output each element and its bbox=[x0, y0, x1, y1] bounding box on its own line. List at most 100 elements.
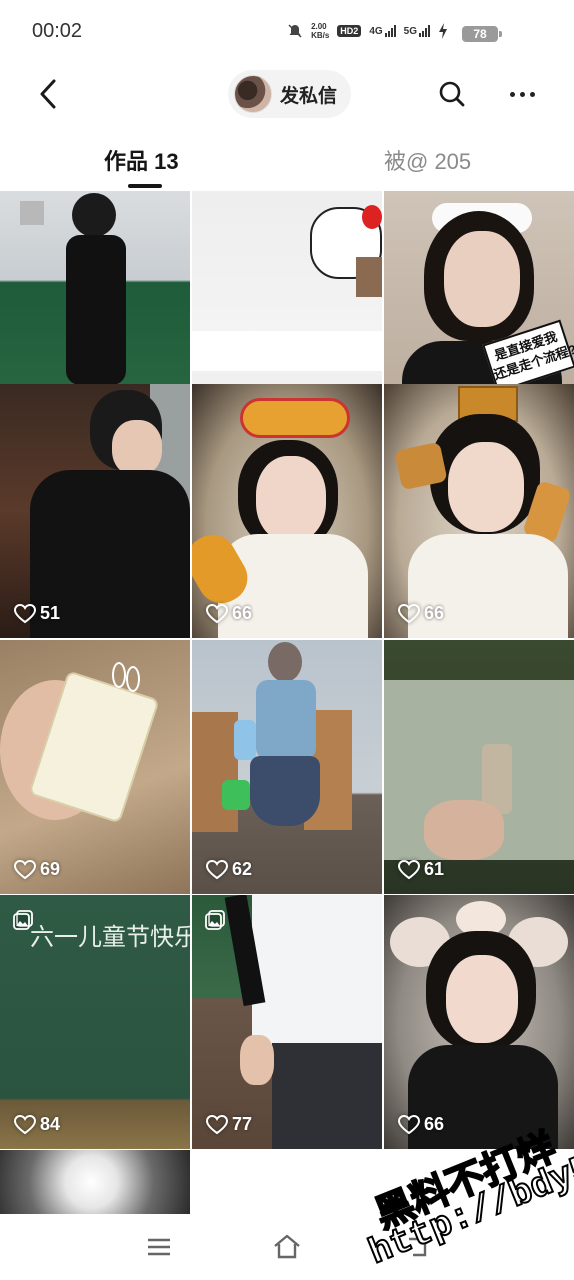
image-album-icon bbox=[205, 910, 225, 930]
hd-badge: HD2 bbox=[337, 25, 362, 37]
photo-subject bbox=[424, 800, 504, 860]
like-count-value: 51 bbox=[40, 603, 61, 623]
signal-icon bbox=[419, 25, 430, 37]
avatar bbox=[234, 75, 272, 113]
photo-subject bbox=[256, 680, 316, 760]
chalkboard-text: 六一儿童节快乐 bbox=[30, 923, 190, 951]
send-message-button[interactable]: 发私信 bbox=[228, 70, 352, 118]
back-button[interactable] bbox=[28, 74, 68, 114]
more-options-button[interactable] bbox=[502, 76, 542, 112]
photo-subject bbox=[356, 257, 382, 297]
status-icons: 2.00 KB/s HD2 4G 5G bbox=[287, 22, 448, 40]
network-5g: 5G bbox=[404, 25, 430, 37]
like-count-value: 66 bbox=[424, 603, 445, 623]
status-bar: 00:02 2.00 KB/s HD2 4G 5G 78 bbox=[0, 0, 574, 64]
send-message-label: 发私信 bbox=[280, 85, 338, 107]
photo-subject bbox=[272, 1043, 382, 1149]
like-count-value: 61 bbox=[424, 859, 445, 879]
photo-subject bbox=[446, 955, 518, 1043]
like-count-value: 66 bbox=[232, 603, 253, 623]
photo-subject bbox=[20, 201, 44, 225]
photo-subject bbox=[256, 456, 326, 542]
like-count-value: 77 bbox=[232, 1114, 253, 1134]
video-thumbnail[interactable] bbox=[0, 1150, 190, 1214]
network-4g: 4G bbox=[369, 25, 396, 37]
chevron-left-icon bbox=[40, 79, 56, 109]
heart-icon bbox=[206, 1114, 228, 1134]
photo-subject bbox=[252, 895, 382, 1045]
recent-apps-button[interactable] bbox=[142, 1230, 176, 1264]
like-count-value: 69 bbox=[40, 859, 61, 879]
heart-icon bbox=[206, 859, 228, 879]
like-count: 84 bbox=[14, 1114, 60, 1135]
photo-subject bbox=[192, 712, 238, 832]
like-count-value: 84 bbox=[40, 1114, 61, 1134]
like-count: 51 bbox=[14, 603, 60, 624]
photo-subject bbox=[240, 1035, 274, 1085]
heart-icon bbox=[14, 603, 36, 623]
mute-bell-icon bbox=[288, 24, 302, 38]
photo-thumbnail[interactable]: 77 bbox=[192, 895, 382, 1149]
heart-icon bbox=[398, 859, 420, 879]
signal-icon bbox=[384, 25, 396, 37]
more-horizontal-icon bbox=[509, 91, 515, 97]
search-icon bbox=[439, 81, 465, 107]
like-count-value: 62 bbox=[232, 859, 253, 879]
tab-active-indicator bbox=[128, 184, 162, 188]
heart-icon bbox=[14, 859, 36, 879]
heart-icon bbox=[206, 603, 228, 623]
photo-subject bbox=[192, 331, 382, 371]
photo-subject bbox=[444, 231, 520, 327]
video-thumbnail[interactable]: 66 bbox=[384, 895, 574, 1149]
heart-icon bbox=[398, 603, 420, 623]
like-count: 77 bbox=[206, 1114, 252, 1135]
charging-icon bbox=[439, 23, 447, 39]
heart-icon bbox=[14, 1114, 36, 1134]
like-count-value: 66 bbox=[424, 1114, 445, 1134]
search-button[interactable] bbox=[434, 76, 470, 112]
tab-works[interactable]: 作品 13 bbox=[104, 144, 179, 188]
video-thumbnail[interactable]: 66 bbox=[384, 384, 574, 638]
photo-subject bbox=[240, 398, 350, 438]
like-count: 69 bbox=[14, 859, 60, 880]
home-icon bbox=[274, 1234, 300, 1259]
like-count: 66 bbox=[206, 603, 252, 624]
photo-subject bbox=[234, 720, 256, 760]
network-4g-label: 4G bbox=[369, 26, 383, 37]
photo-subject bbox=[362, 205, 382, 229]
home-button[interactable] bbox=[270, 1230, 304, 1264]
photo-subject bbox=[112, 420, 162, 476]
net-speed: 2.00 KB/s bbox=[311, 22, 330, 40]
photo-thumbnail[interactable]: 六一儿童节快乐 84 bbox=[0, 895, 190, 1149]
photo-subject bbox=[448, 442, 524, 532]
battery-indicator: 78 bbox=[462, 26, 502, 42]
like-count: 66 bbox=[398, 1114, 444, 1135]
back-nav-button[interactable] bbox=[400, 1230, 434, 1264]
photo-subject bbox=[222, 780, 250, 810]
status-time: 00:02 bbox=[32, 20, 83, 42]
video-thumbnail[interactable]: 51 bbox=[0, 384, 190, 638]
photo-subject bbox=[126, 666, 140, 692]
photo-subject bbox=[112, 662, 126, 688]
profile-tabs: 作品 13 被@ 205 bbox=[0, 136, 574, 190]
more-horizontal-icon bbox=[529, 91, 535, 97]
network-5g-label: 5G bbox=[403, 26, 417, 37]
photo-subject bbox=[72, 193, 116, 237]
tab-works-label: 作品 13 bbox=[104, 149, 179, 174]
photo-subject bbox=[250, 756, 320, 826]
tab-mentions-label: 被@ 205 bbox=[384, 149, 472, 174]
tab-mentions[interactable]: 被@ 205 bbox=[384, 144, 471, 176]
heart-icon bbox=[398, 1114, 420, 1134]
video-thumbnail[interactable]: 62 bbox=[192, 640, 382, 894]
system-nav-bar bbox=[0, 1214, 574, 1280]
more-horizontal-icon bbox=[519, 91, 525, 97]
like-count: 62 bbox=[206, 859, 252, 880]
video-thumbnail[interactable]: 66 bbox=[192, 384, 382, 638]
photo-subject bbox=[66, 235, 126, 385]
back-square-icon bbox=[409, 1237, 427, 1257]
like-count: 61 bbox=[398, 859, 444, 880]
video-thumbnail[interactable]: 69 bbox=[0, 640, 190, 894]
photo-subject bbox=[268, 642, 302, 682]
menu-icon bbox=[148, 1238, 170, 1256]
video-thumbnail[interactable]: 61 bbox=[384, 640, 574, 894]
